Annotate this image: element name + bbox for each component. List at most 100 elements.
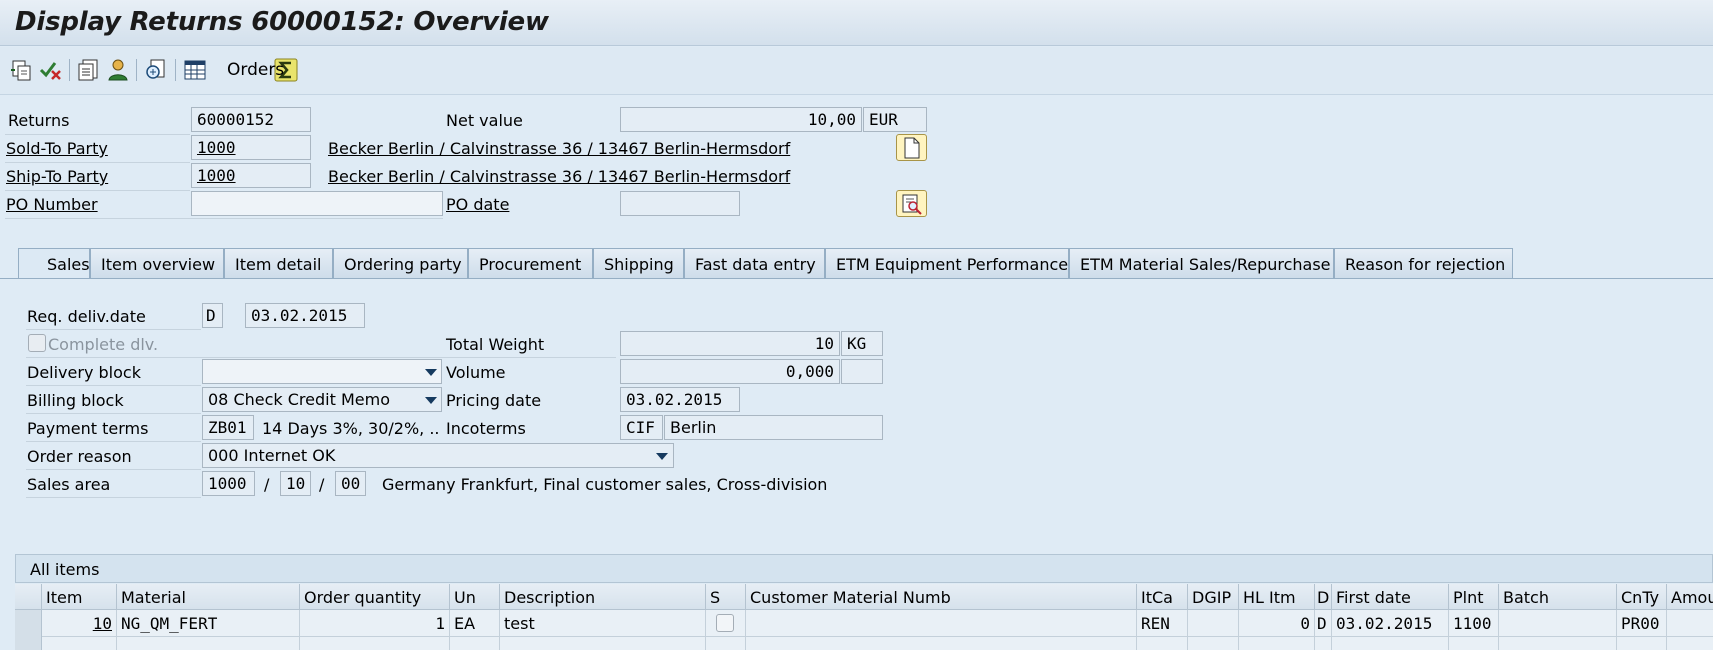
check-status-icon[interactable] (38, 57, 64, 83)
tab-shipping[interactable]: Shipping (593, 248, 684, 279)
billing-block-dropdown[interactable]: 08 Check Credit Memo (202, 387, 442, 412)
req-deliv-date-type-field[interactable]: D (202, 303, 223, 328)
po-date-label[interactable]: PO date (446, 195, 509, 214)
tab-etm-material-sales-repurchase[interactable]: ETM Material Sales/Repurchase (1069, 248, 1334, 279)
po-search-button[interactable] (896, 190, 927, 217)
item-number-link[interactable]: 10 (93, 614, 112, 633)
empty-cell[interactable] (706, 637, 746, 650)
column-header-dgip[interactable]: DGIP (1188, 584, 1239, 610)
cell-amount[interactable] (1667, 610, 1713, 637)
sold-to-party-label[interactable]: Sold-To Party (6, 139, 108, 158)
payment-terms-code-field[interactable]: ZB01 (202, 415, 254, 440)
order-reason-dropdown[interactable]: 000 Internet OK (202, 443, 674, 468)
po-date-field[interactable] (620, 191, 740, 216)
empty-cell[interactable] (1332, 637, 1449, 650)
column-header-unit[interactable]: Un (450, 584, 500, 610)
cell-item[interactable]: 10 (42, 610, 117, 637)
ship-to-party-field[interactable]: 1000 (191, 163, 311, 188)
empty-cell[interactable] (42, 637, 117, 650)
empty-cell[interactable] (1449, 637, 1499, 650)
tab-sales[interactable]: Sales (18, 248, 90, 279)
cell-unit[interactable]: EA (450, 610, 500, 637)
column-header-customer-material[interactable]: Customer Material Numb (746, 584, 1137, 610)
cell-batch[interactable] (1499, 610, 1617, 637)
currency-field[interactable]: EUR (863, 107, 927, 132)
pricing-date-field[interactable]: 03.02.2015 (620, 387, 740, 412)
cell-description[interactable]: test (500, 610, 706, 637)
cell-plant[interactable]: 1100 (1449, 610, 1499, 637)
volume-unit-field[interactable] (841, 359, 883, 384)
column-header-material[interactable]: Material (117, 584, 300, 610)
column-header-item[interactable]: Item (42, 584, 117, 610)
cell-d[interactable]: D (1315, 610, 1332, 637)
tab-procurement[interactable]: Procurement (468, 248, 593, 279)
empty-cell[interactable] (450, 637, 500, 650)
tab-fast-data-entry[interactable]: Fast data entry (684, 248, 825, 279)
cell-condition-type[interactable]: PR00 (1617, 610, 1667, 637)
column-header-condition-type[interactable]: CnTy (1617, 584, 1667, 610)
ship-to-address-link[interactable]: Becker Berlin / Calvinstrasse 36 / 13467… (328, 167, 790, 186)
volume-field[interactable]: 0,000 (620, 359, 840, 384)
column-header-first-date[interactable]: First date (1332, 584, 1449, 610)
cell-s[interactable] (706, 610, 746, 637)
division-field[interactable]: 00 (335, 471, 366, 496)
chevron-down-icon[interactable] (425, 397, 437, 404)
incoterms-place-field[interactable]: Berlin (664, 415, 883, 440)
weight-unit-field[interactable]: KG (841, 331, 883, 356)
empty-cell[interactable] (1499, 637, 1617, 650)
empty-cell[interactable] (500, 637, 706, 650)
cell-dgip[interactable] (1188, 610, 1239, 637)
empty-cell[interactable] (1188, 637, 1239, 650)
empty-cell[interactable] (300, 637, 450, 650)
chevron-down-icon[interactable] (425, 369, 437, 376)
sold-to-details-button[interactable] (896, 134, 927, 161)
tab-reason-for-rejection[interactable]: Reason for rejection (1334, 248, 1513, 279)
tab-etm-equipment-performance[interactable]: ETM Equipment Performance (825, 248, 1069, 279)
column-header-plant[interactable]: Plnt (1449, 584, 1499, 610)
returns-number-field[interactable]: 60000152 (191, 107, 311, 132)
empty-cell[interactable] (1315, 637, 1332, 650)
row-selector-header[interactable] (15, 584, 42, 610)
cell-first-date[interactable]: 03.02.2015 (1332, 610, 1449, 637)
empty-cell[interactable] (1137, 637, 1188, 650)
column-header-s[interactable]: S (706, 584, 746, 610)
column-header-order-quantity[interactable]: Order quantity (300, 584, 450, 610)
business-partner-icon[interactable] (105, 57, 131, 83)
column-header-d[interactable]: D (1315, 584, 1332, 610)
column-header-hl-item[interactable]: HL Itm (1239, 584, 1315, 610)
column-header-amount[interactable]: Amou (1667, 584, 1713, 610)
orders-grid-icon[interactable] (182, 57, 208, 83)
tab-ordering-party[interactable]: Ordering party (333, 248, 468, 279)
column-header-item-category[interactable]: ItCa (1137, 584, 1188, 610)
row-selector[interactable] (15, 637, 42, 650)
cell-customer-material[interactable] (746, 610, 1137, 637)
tab-item-overview[interactable]: Item overview (90, 248, 224, 279)
s-checkbox[interactable] (716, 614, 734, 632)
po-number-field[interactable] (191, 191, 443, 216)
cell-item-category[interactable]: REN (1137, 610, 1188, 637)
po-number-label[interactable]: PO Number (6, 195, 98, 214)
empty-cell[interactable] (746, 637, 1137, 650)
empty-cell[interactable] (1667, 637, 1713, 650)
sold-to-address-link[interactable]: Becker Berlin / Calvinstrasse 36 / 13467… (328, 139, 790, 158)
column-header-batch[interactable]: Batch (1499, 584, 1617, 610)
delivery-block-dropdown[interactable] (202, 359, 442, 384)
column-header-description[interactable]: Description (500, 584, 706, 610)
orders-button[interactable]: Orders (227, 60, 284, 80)
req-deliv-date-field[interactable]: 03.02.2015 (245, 303, 365, 328)
empty-cell[interactable] (1617, 637, 1667, 650)
cell-order-quantity[interactable]: 1 (300, 610, 450, 637)
distribution-channel-field[interactable]: 10 (280, 471, 311, 496)
incoterms-code-field[interactable]: CIF (620, 415, 663, 440)
tab-item-detail[interactable]: Item detail (224, 248, 333, 279)
complete-dlv-checkbox[interactable] (28, 334, 46, 352)
header-details-icon[interactable] (76, 57, 102, 83)
empty-cell[interactable] (1239, 637, 1315, 650)
sold-to-party-field[interactable]: 1000 (191, 135, 311, 160)
cell-material[interactable]: NG_QM_FERT (117, 610, 300, 637)
row-selector[interactable] (15, 610, 42, 637)
total-weight-field[interactable]: 10 (620, 331, 840, 356)
net-value-field[interactable]: 10,00 (620, 107, 862, 132)
document-flow-icon[interactable] (9, 57, 35, 83)
cell-hl-item[interactable]: 0 (1239, 610, 1315, 637)
